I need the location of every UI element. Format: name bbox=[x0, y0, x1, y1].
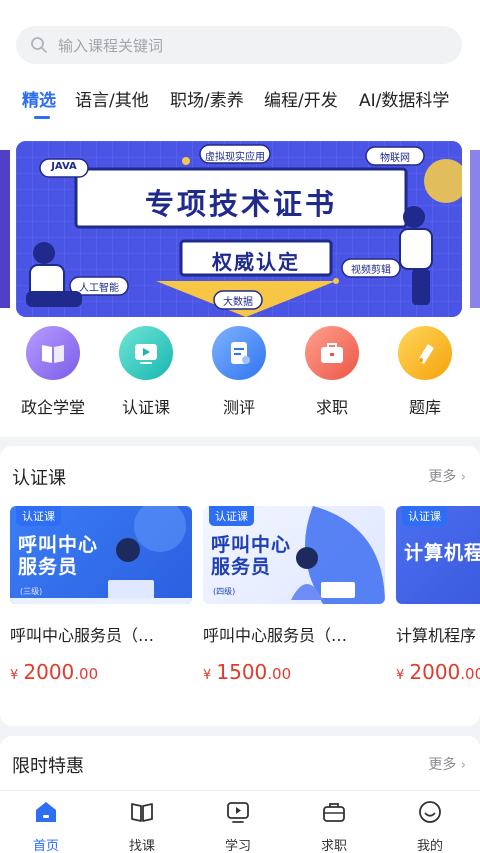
nav-study[interactable]: 学习 bbox=[208, 799, 268, 853]
category-tabs: 精选 语言/其他 职场/素养 编程/开发 AI/数据科学 bbox=[0, 86, 480, 120]
banner-tag-bigdata: 大数据 bbox=[223, 297, 253, 308]
category-label: 测评 bbox=[222, 398, 255, 417]
section-title: 限时特惠 bbox=[12, 756, 84, 777]
nav-label: 学习 bbox=[224, 839, 251, 853]
tab-programming[interactable]: 编程/开发 bbox=[264, 86, 338, 111]
nav-label: 我的 bbox=[416, 839, 443, 853]
course-title: 计算机程序 bbox=[396, 626, 477, 645]
nav-jobs[interactable]: 求职 bbox=[304, 799, 364, 853]
chevron-right-icon: › bbox=[460, 470, 466, 485]
course-thumbnail: 认证课 计算机程 bbox=[396, 506, 480, 604]
course-price: ¥ 1500.00 bbox=[203, 660, 292, 684]
more-link[interactable]: 更多 › bbox=[428, 466, 466, 486]
quick-categories: 政企学堂 认证课 测评 求职 题库 bbox=[0, 326, 480, 426]
course-thumbnail: 认证课 呼叫中心服务员 (四级) bbox=[203, 506, 385, 604]
nav-find-course[interactable]: 找课 bbox=[112, 799, 172, 853]
tab-ai-data[interactable]: AI/数据科学 bbox=[359, 86, 449, 111]
document-icon bbox=[231, 342, 250, 364]
course-card[interactable]: 认证课 呼叫中心服务员 (三级) 呼叫中心服务员（… ¥ 2000.00 bbox=[10, 506, 192, 684]
open-book-icon bbox=[131, 803, 153, 822]
tab-workplace[interactable]: 职场/素养 bbox=[170, 86, 244, 111]
banner-prev-peek[interactable] bbox=[0, 150, 10, 308]
course-title: 呼叫中心服务员（… bbox=[10, 626, 155, 645]
nav-label: 首页 bbox=[32, 839, 59, 853]
briefcase-icon bbox=[321, 343, 343, 363]
course-level: (三级) bbox=[20, 587, 43, 596]
course-thumb-text: 计算机程 bbox=[404, 542, 480, 564]
course-level: (四级) bbox=[213, 587, 236, 596]
bottom-nav: 首页 找课 学习 求职 我的 bbox=[0, 790, 480, 853]
category-assessment[interactable]: 测评 bbox=[194, 326, 284, 418]
tv-icon bbox=[227, 802, 249, 823]
course-card[interactable]: 认证课 呼叫中心服务员 (四级) 呼叫中心服务员（… ¥ 1500.00 bbox=[203, 506, 385, 684]
banner-tag-ai: 人工智能 bbox=[79, 283, 119, 294]
chevron-right-icon: › bbox=[460, 758, 466, 773]
course-tag: 认证课 bbox=[402, 506, 447, 526]
nav-label: 求职 bbox=[320, 839, 347, 853]
more-link[interactable]: 更多 › bbox=[428, 754, 466, 774]
course-price: ¥ 2000.00 bbox=[10, 660, 99, 684]
search-bar[interactable]: 输入课程关键词 bbox=[16, 26, 462, 64]
course-tag: 认证课 bbox=[209, 506, 254, 526]
tab-featured[interactable]: 精选 bbox=[22, 86, 56, 111]
active-tab-indicator bbox=[34, 116, 50, 119]
promo-banner[interactable]: 专项技术证书 权威认定 JAVA 虚拟现实应用 物联网 人工智能 视频剪辑 大数… bbox=[16, 141, 462, 317]
category-question-bank[interactable]: 题库 bbox=[380, 326, 470, 418]
section-title: 认证课 bbox=[12, 468, 66, 489]
course-price: ¥ 2000.00 bbox=[396, 660, 480, 684]
category-label: 政企学堂 bbox=[20, 398, 85, 417]
banner-tag-video: 视频剪辑 bbox=[351, 265, 391, 276]
nav-home[interactable]: 首页 bbox=[16, 799, 76, 853]
video-icon bbox=[135, 344, 157, 364]
banner-subtitle: 权威认定 bbox=[212, 250, 300, 274]
nav-profile[interactable]: 我的 bbox=[400, 799, 460, 853]
category-label: 认证课 bbox=[121, 398, 170, 417]
tab-language[interactable]: 语言/其他 bbox=[75, 86, 149, 111]
category-label: 题库 bbox=[408, 398, 441, 417]
category-cert[interactable]: 认证课 bbox=[101, 326, 191, 418]
banner-tag-vr: 虚拟现实应用 bbox=[205, 152, 265, 163]
banner-next-peek[interactable] bbox=[470, 150, 480, 308]
book-icon bbox=[42, 345, 64, 363]
banner-tag-iot: 物联网 bbox=[380, 153, 410, 164]
banner-title: 专项技术证书 bbox=[144, 187, 337, 221]
category-enterprise[interactable]: 政企学堂 bbox=[8, 326, 98, 418]
course-thumbnail: 认证课 呼叫中心服务员 (三级) bbox=[10, 506, 192, 604]
category-jobs[interactable]: 求职 bbox=[287, 326, 377, 418]
pen-icon bbox=[418, 344, 434, 364]
course-thumb-text: 呼叫中心服务员 bbox=[211, 534, 292, 578]
top-panel: 输入课程关键词 精选 语言/其他 职场/素养 编程/开发 AI/数据科学 专项技… bbox=[0, 0, 480, 437]
smile-face-icon bbox=[419, 801, 441, 823]
course-thumb-text: 呼叫中心服务员 bbox=[18, 534, 99, 578]
search-icon bbox=[31, 37, 47, 53]
search-placeholder: 输入课程关键词 bbox=[58, 36, 164, 55]
course-card[interactable]: 认证课 计算机程 计算机程序 ¥ 2000.00 bbox=[396, 506, 480, 684]
category-label: 求职 bbox=[315, 398, 348, 417]
banner-tag-java: JAVA bbox=[51, 161, 77, 172]
course-tag: 认证课 bbox=[16, 506, 61, 526]
course-title: 呼叫中心服务员（… bbox=[203, 626, 348, 645]
briefcase-icon bbox=[323, 803, 345, 822]
nav-label: 找课 bbox=[128, 839, 155, 853]
home-icon bbox=[36, 802, 56, 822]
